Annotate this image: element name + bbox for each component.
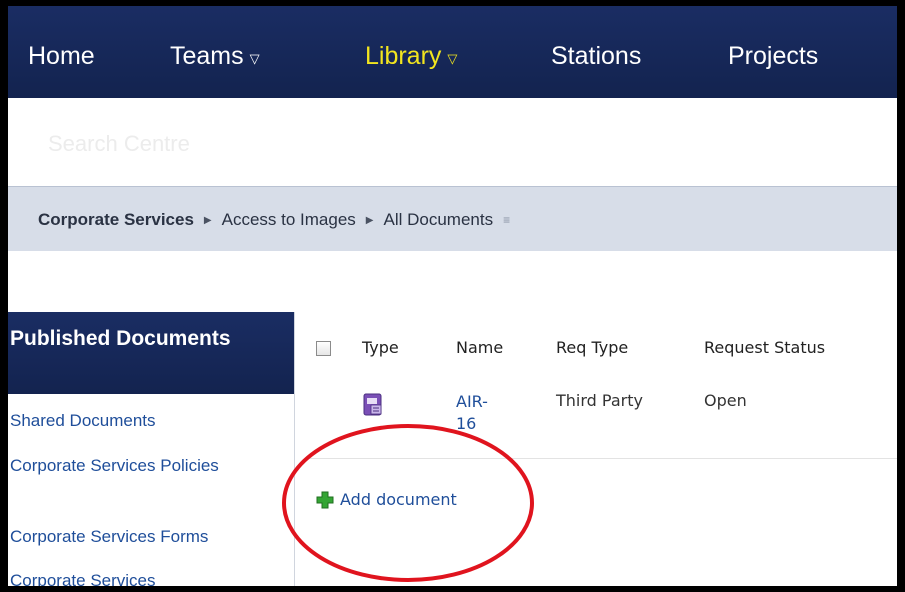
breadcrumb-all-documents[interactable]: All Documents	[383, 210, 493, 230]
sidebar-item-policies[interactable]: Corporate Services Policies	[10, 455, 290, 477]
nav-home-label: Home	[28, 42, 95, 70]
column-name[interactable]: Name	[456, 338, 503, 357]
request-status-value: Open	[704, 391, 747, 410]
nav-stations[interactable]: Stations	[551, 42, 641, 71]
sidebar-item-forms[interactable]: Corporate Services Forms	[10, 526, 290, 548]
sidebar-item-shared-documents[interactable]: Shared Documents	[10, 410, 290, 432]
plus-icon	[316, 491, 334, 508]
nav-projects-label: Projects	[728, 42, 819, 70]
sidebar-heading[interactable]: Published Documents	[8, 312, 294, 394]
sidebar-heading-label: Published Documents	[10, 327, 231, 350]
breadcrumb: Corporate Services ▶ Access to Images ▶ …	[38, 210, 510, 230]
view-menu-icon[interactable]: ≡	[503, 213, 510, 227]
breadcrumb-access-to-images[interactable]: Access to Images	[222, 210, 356, 230]
app-window: Home Teams ▽ Library ▽ Stations Projects…	[0, 0, 905, 592]
top-navigation: Home Teams ▽ Library ▽ Stations Projects	[8, 6, 905, 98]
document-icon[interactable]	[362, 393, 384, 417]
nav-teams[interactable]: Teams ▽	[170, 42, 260, 71]
add-document-label: Add document	[340, 490, 457, 509]
sidebar: Published Documents Shared Documents Cor…	[8, 312, 295, 592]
nav-stations-label: Stations	[551, 42, 642, 70]
nav-teams-label: Teams	[170, 42, 244, 70]
frame-border-right	[897, 0, 905, 592]
chevron-right-icon: ▶	[203, 214, 212, 226]
column-type[interactable]: Type	[362, 338, 399, 357]
add-document-button[interactable]: Add document	[316, 490, 457, 509]
chevron-right-icon: ▶	[365, 214, 374, 226]
req-type-value: Third Party	[556, 391, 643, 410]
frame-border-bottom	[0, 586, 905, 592]
chevron-down-icon: ▽	[249, 50, 260, 66]
select-all-checkbox[interactable]	[316, 341, 331, 356]
nav-library-label: Library	[365, 42, 442, 70]
breadcrumb-corporate-services[interactable]: Corporate Services	[38, 210, 194, 230]
column-request-status[interactable]: Request Status	[704, 338, 825, 357]
row-divider	[308, 458, 905, 459]
search-input[interactable]	[46, 128, 350, 160]
nav-projects[interactable]: Projects	[728, 42, 818, 71]
nav-library[interactable]: Library ▽	[365, 42, 457, 71]
chevron-down-icon: ▽	[447, 50, 458, 66]
nav-home[interactable]: Home	[28, 42, 95, 71]
search-area	[8, 98, 905, 186]
breadcrumb-bar: Corporate Services ▶ Access to Images ▶ …	[8, 186, 905, 251]
document-name-link[interactable]: AIR-16	[456, 391, 506, 435]
column-req-type[interactable]: Req Type	[556, 338, 628, 357]
